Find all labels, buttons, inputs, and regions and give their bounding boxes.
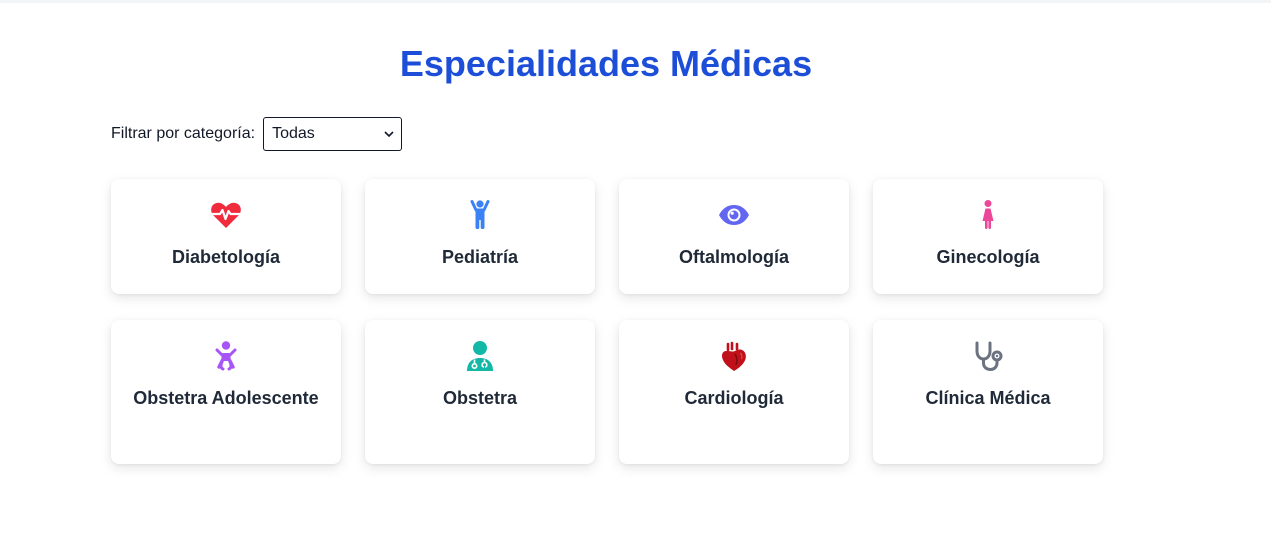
category-filter: Filtrar por categoría: Todas — [111, 116, 403, 152]
category-select-value: Todas — [272, 125, 315, 142]
specialty-card-obstetra-adolescente[interactable]: Obstetra Adolescente — [111, 320, 341, 464]
specialty-label: Oftalmología — [678, 247, 789, 267]
specialty-card-ginecologia[interactable]: Ginecología — [873, 179, 1103, 294]
specialty-label: Obstetra Adolescente — [133, 388, 319, 408]
specialty-card-diabetologia[interactable]: Diabetología — [111, 179, 341, 294]
specialty-label: Obstetra — [442, 388, 518, 408]
specialty-card-pediatria[interactable]: Pediatría — [365, 179, 595, 294]
specialty-card-cardiologia[interactable]: Cardiología — [619, 320, 849, 464]
child-icon — [470, 200, 490, 229]
heartbeat-icon — [211, 202, 241, 228]
page-title: Especialidades Médicas — [399, 43, 813, 84]
top-border — [0, 0, 1271, 3]
specialty-card-clinica-medica[interactable]: Clínica Médica — [873, 320, 1103, 464]
specialty-label: Clínica Médica — [925, 388, 1051, 408]
chevron-down-icon — [384, 131, 394, 138]
user-doctor-icon — [467, 341, 493, 371]
stethoscope-icon — [975, 341, 1003, 372]
specialty-label: Diabetología — [171, 247, 280, 267]
specialty-label: Pediatría — [441, 247, 519, 267]
specialty-card-obstetra[interactable]: Obstetra — [365, 320, 595, 464]
specialty-label: Cardiología — [684, 388, 784, 408]
specialty-card-oftalmologia[interactable]: Oftalmología — [619, 179, 849, 294]
baby-icon — [215, 341, 237, 371]
specialty-label: Ginecología — [936, 247, 1040, 267]
heart-organ-icon — [722, 341, 746, 371]
eye-icon — [719, 205, 749, 225]
filter-label: Filtrar por categoría: — [111, 125, 256, 142]
category-select[interactable]: Todas — [263, 117, 403, 151]
female-icon — [982, 200, 994, 229]
